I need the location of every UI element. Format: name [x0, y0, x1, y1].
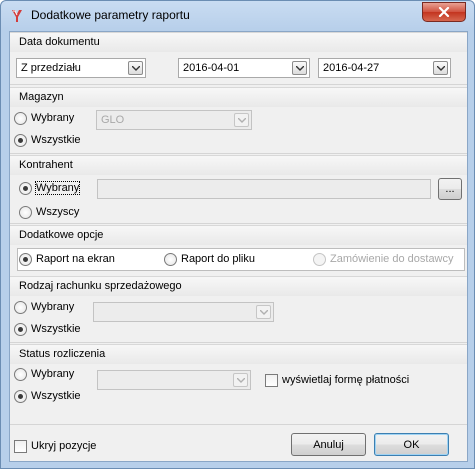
hide-positions-checkbox[interactable]: Ukryj pozycje — [14, 438, 96, 454]
ok-label: OK — [403, 438, 420, 451]
section-header-magazyn: Magazyn — [10, 87, 467, 107]
date-range-type-value: Z przedziału — [21, 62, 81, 74]
cancel-label: Anuluj — [313, 438, 344, 451]
kontrahent-radio-all[interactable]: Wszyscy — [19, 204, 79, 220]
radio-label: Wszystkie — [31, 390, 81, 402]
radio-label: Wszystkie — [31, 323, 81, 335]
chevron-down-icon[interactable] — [233, 373, 248, 387]
radio-button[interactable] — [14, 300, 27, 314]
show-payment-checkbox[interactable]: wyświetlaj formę płatności — [265, 372, 409, 388]
section-header-kontrahent: Kontrahent — [10, 155, 467, 175]
radio-label: Raport do pliku — [181, 253, 255, 265]
opcje-radio-screen[interactable]: Raport na ekran — [19, 251, 115, 267]
checkbox-box[interactable] — [14, 439, 27, 453]
radio-button[interactable] — [14, 389, 27, 403]
radio-button[interactable] — [14, 111, 27, 125]
close-icon — [438, 7, 450, 17]
rachunek-radio-selected[interactable]: Wybrany — [14, 299, 74, 315]
date-to-value: 2016-04-27 — [323, 62, 380, 74]
checkbox-label: Ukryj pozycje — [31, 440, 97, 452]
radio-button[interactable] — [14, 133, 27, 147]
magazyn-select[interactable]: GLO — [96, 110, 252, 130]
status-radio-selected[interactable]: Wybrany — [14, 366, 74, 382]
dialog-window: Dodatkowe parametry raportu Data dokumen… — [0, 0, 475, 469]
section-title: Magazyn — [19, 91, 64, 103]
radio-button[interactable] — [19, 252, 32, 266]
chevron-down-icon[interactable] — [234, 113, 249, 127]
status-radio-all[interactable]: Wszystkie — [14, 388, 81, 404]
ok-button[interactable]: OK — [374, 433, 449, 456]
checkbox-label: wyświetlaj formę płatności — [282, 374, 410, 386]
magazyn-value: GLO — [101, 114, 125, 126]
radio-label: Wybrany — [31, 368, 75, 380]
section-title: Status rozliczenia — [19, 348, 106, 360]
cancel-button[interactable]: Anuluj — [291, 433, 366, 456]
radio-label: Wszystkie — [31, 134, 81, 146]
radio-button[interactable] — [19, 181, 32, 195]
opcje-radio-file[interactable]: Raport do pliku — [164, 251, 255, 267]
date-from-picker[interactable]: 2016-04-01 — [178, 58, 310, 78]
opcje-radio-order[interactable]: Zamówienie do dostawcy — [313, 251, 454, 267]
rachunek-radio-all[interactable]: Wszystkie — [14, 321, 81, 337]
dialog-content: Data dokumentu Z przedziału 2016-04-01 2… — [9, 31, 468, 462]
kontrahent-browse-button[interactable]: ... — [438, 178, 462, 200]
section-title: Data dokumentu — [19, 36, 100, 48]
divider — [10, 223, 467, 224]
magazyn-radio-selected[interactable]: Wybrany — [14, 110, 74, 126]
close-button[interactable] — [422, 2, 466, 22]
divider — [10, 342, 467, 343]
radio-label: Wybrany — [31, 301, 75, 313]
date-to-picker[interactable]: 2016-04-27 — [318, 58, 451, 78]
radio-button[interactable] — [313, 252, 326, 266]
chevron-down-icon[interactable] — [292, 61, 307, 75]
magazyn-radio-all[interactable]: Wszystkie — [14, 132, 81, 148]
section-title: Rodzaj rachunku sprzedażowego — [19, 280, 182, 292]
radio-button[interactable] — [14, 367, 27, 381]
section-header-dodatkowe-opcje: Dodatkowe opcje — [10, 225, 467, 245]
radio-label: Raport na ekran — [36, 253, 115, 265]
radio-button[interactable] — [14, 322, 27, 336]
chevron-down-icon[interactable] — [433, 61, 448, 75]
window-title: Dodatkowe parametry raportu — [31, 8, 190, 22]
checkbox-box[interactable] — [265, 373, 278, 387]
kontrahent-radio-selected[interactable]: Wybrany — [19, 180, 81, 196]
kontrahent-input[interactable] — [97, 179, 431, 199]
status-select[interactable] — [97, 370, 251, 390]
section-title: Kontrahent — [19, 159, 73, 171]
section-header-data-dokumentu: Data dokumentu — [10, 32, 467, 52]
date-from-value: 2016-04-01 — [183, 62, 240, 74]
rachunek-select[interactable] — [93, 302, 274, 322]
divider — [10, 153, 467, 154]
section-header-rachunek: Rodzaj rachunku sprzedażowego — [10, 276, 467, 296]
chevron-down-icon[interactable] — [256, 305, 271, 319]
section-header-status: Status rozliczenia — [10, 344, 467, 364]
title-bar[interactable]: Dodatkowe parametry raportu — [1, 1, 474, 31]
radio-label: Wybrany — [34, 181, 81, 195]
app-logo-icon — [12, 10, 22, 22]
browse-label: ... — [445, 183, 455, 195]
date-range-type-select[interactable]: Z przedziału — [16, 58, 146, 78]
radio-button[interactable] — [19, 205, 32, 219]
radio-label: Wszyscy — [36, 206, 80, 218]
radio-button[interactable] — [164, 252, 177, 266]
divider — [10, 84, 467, 85]
radio-label: Wybrany — [31, 112, 75, 124]
radio-label: Zamówienie do dostawcy — [330, 253, 454, 265]
section-title: Dodatkowe opcje — [19, 229, 104, 241]
chevron-down-icon[interactable] — [128, 61, 143, 75]
